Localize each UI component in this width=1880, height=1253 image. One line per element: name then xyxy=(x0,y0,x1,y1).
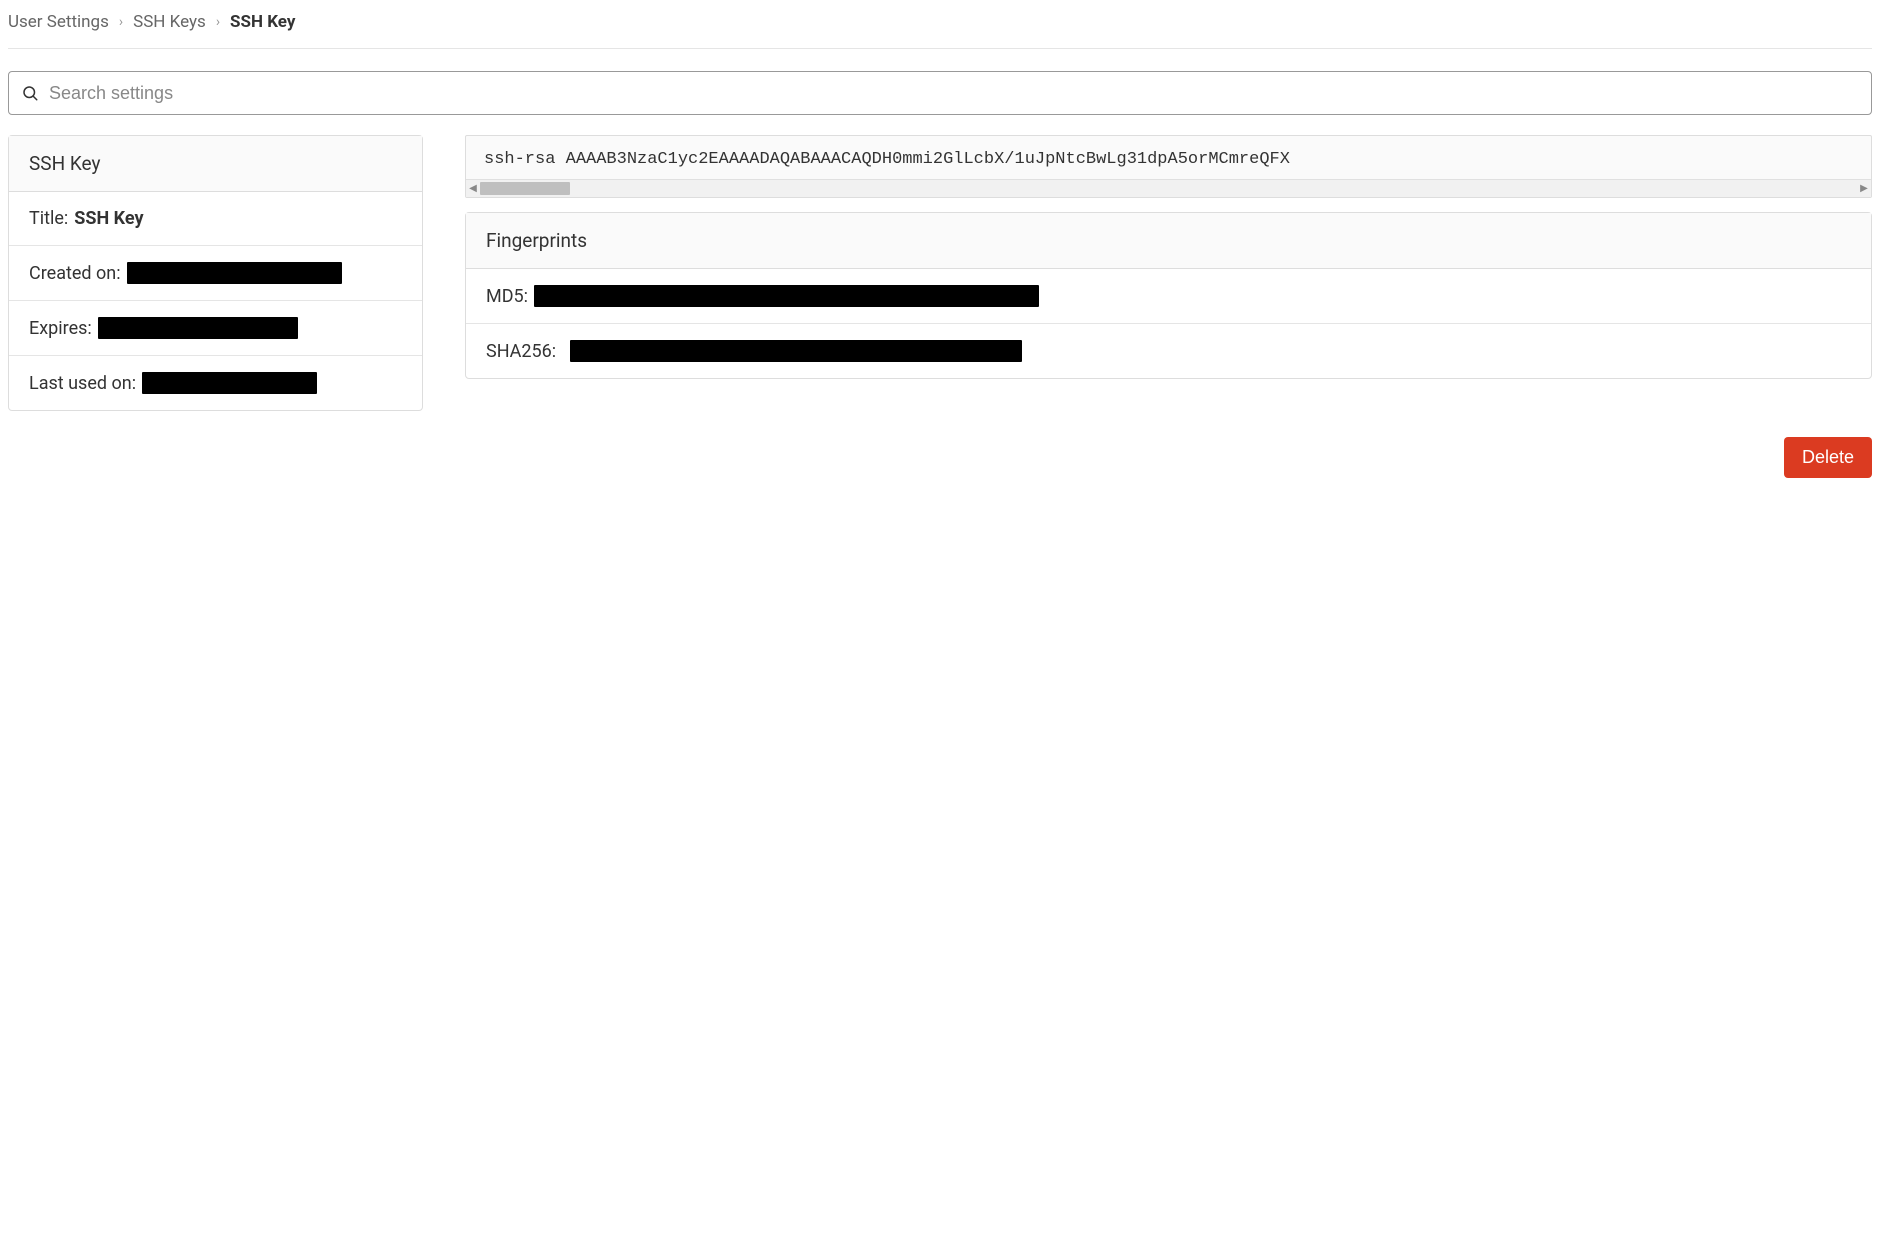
created-on-label: Created on: xyxy=(29,263,121,284)
details-card-header: SSH Key xyxy=(9,136,422,192)
title-value: SSH Key xyxy=(74,208,143,229)
title-label: Title: xyxy=(29,208,68,229)
breadcrumb-current: SSH Key xyxy=(230,12,295,32)
last-used-label: Last used on: xyxy=(29,373,136,394)
breadcrumb-user-settings[interactable]: User Settings xyxy=(8,12,109,32)
search-input[interactable] xyxy=(49,83,1859,104)
details-last-used-row: Last used on: xyxy=(9,356,422,410)
fingerprints-header: Fingerprints xyxy=(466,213,1871,269)
md5-label: MD5: xyxy=(486,286,528,307)
details-created-row: Created on: xyxy=(9,246,422,301)
expires-value-redacted xyxy=(98,317,298,339)
sha256-label: SHA256: xyxy=(486,341,556,362)
breadcrumb-ssh-keys[interactable]: SSH Keys xyxy=(133,12,206,32)
expires-label: Expires: xyxy=(29,318,92,339)
last-used-value-redacted xyxy=(142,372,317,394)
created-on-value-redacted xyxy=(127,262,342,284)
ssh-key-text[interactable]: ssh-rsa AAAAB3NzaC1yc2EAAAADAQABAAACAQDH… xyxy=(466,136,1871,179)
scroll-left-icon[interactable]: ◀ xyxy=(466,184,480,194)
sha256-value-redacted xyxy=(570,340,1022,362)
actions-row: Delete xyxy=(465,437,1872,478)
scroll-track[interactable] xyxy=(480,180,1857,197)
fingerprint-sha256-row: SHA256: xyxy=(466,324,1871,378)
fingerprint-md5-row: MD5: xyxy=(466,269,1871,324)
search-container xyxy=(8,49,1872,135)
search-icon xyxy=(21,84,39,102)
delete-button[interactable]: Delete xyxy=(1784,437,1872,478)
key-horizontal-scrollbar[interactable]: ◀ ▶ xyxy=(466,179,1871,197)
details-expires-row: Expires: xyxy=(9,301,422,356)
search-box[interactable] xyxy=(8,71,1872,115)
md5-value-redacted xyxy=(534,285,1039,307)
details-title-row: Title: SSH Key xyxy=(9,192,422,246)
chevron-right-icon: › xyxy=(216,14,220,30)
ssh-key-details-card: SSH Key Title: SSH Key Created on: Expir… xyxy=(8,135,423,411)
chevron-right-icon: › xyxy=(119,14,123,30)
scroll-right-icon[interactable]: ▶ xyxy=(1857,184,1871,194)
scroll-thumb[interactable] xyxy=(480,182,570,195)
ssh-key-display: ssh-rsa AAAAB3NzaC1yc2EAAAADAQABAAACAQDH… xyxy=(465,135,1872,198)
fingerprints-card: Fingerprints MD5: SHA256: xyxy=(465,212,1872,379)
breadcrumb: User Settings › SSH Keys › SSH Key xyxy=(8,0,1872,49)
